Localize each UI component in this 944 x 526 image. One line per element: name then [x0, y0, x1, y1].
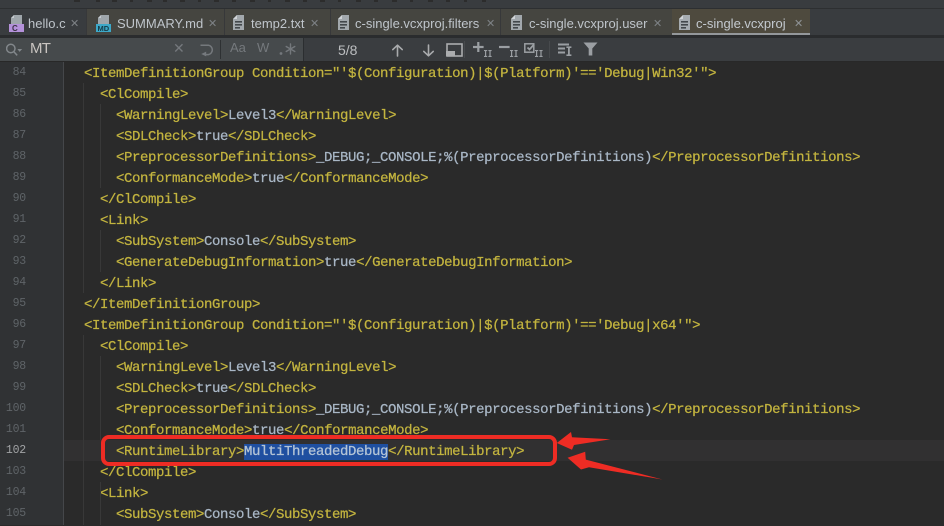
svg-text:C: C — [12, 24, 18, 33]
svg-text:MD: MD — [98, 24, 110, 33]
